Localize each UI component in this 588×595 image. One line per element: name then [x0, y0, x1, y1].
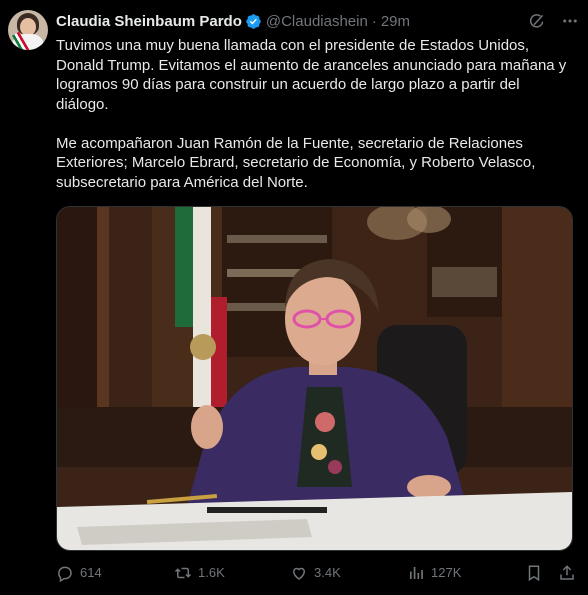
reply-count: 614: [80, 565, 102, 580]
like-icon: [292, 567, 306, 580]
tweet-paragraph-2: Me acompañaron Juan Ramón de la Fuente, …: [56, 134, 536, 191]
tweet-photo[interactable]: [56, 206, 573, 551]
views-icon: [410, 567, 423, 579]
tweet-text: Tuvimos una muy buena llamada con el pre…: [56, 36, 576, 192]
tweet-header: Claudia Sheinbaum Pardo @Claudiashein · …: [56, 11, 410, 31]
reply-icon: [58, 566, 72, 582]
photo-scene: [57, 207, 572, 550]
share-icon: [560, 565, 574, 580]
repost-icon: [174, 567, 192, 579]
reply-button[interactable]: 614: [56, 562, 102, 584]
repost-button[interactable]: 1.6K: [174, 562, 225, 584]
avatar[interactable]: [8, 10, 48, 50]
grok-icon[interactable]: [528, 12, 546, 30]
separator-dot: ·: [371, 12, 377, 30]
action-bar: 614 1.6K 3.4K 127K: [56, 562, 586, 584]
verified-badge-icon[interactable]: [245, 13, 262, 30]
author-name[interactable]: Claudia Sheinbaum Pardo: [56, 13, 242, 30]
like-count: 3.4K: [314, 565, 341, 580]
more-icon[interactable]: [561, 12, 579, 30]
bookmark-button[interactable]: [525, 562, 549, 584]
tweet-paragraph-1: Tuvimos una muy buena llamada con el pre…: [56, 37, 567, 113]
author-handle[interactable]: @Claudiashein: [266, 13, 368, 30]
bookmark-icon: [528, 565, 540, 582]
share-button[interactable]: [558, 562, 582, 584]
repost-count: 1.6K: [198, 565, 225, 580]
like-button[interactable]: 3.4K: [290, 562, 341, 584]
views-button[interactable]: 127K: [407, 562, 461, 584]
post-time[interactable]: 29m: [381, 13, 410, 30]
views-count: 127K: [431, 565, 462, 580]
tweet[interactable]: Claudia Sheinbaum Pardo @Claudiashein · …: [0, 0, 588, 595]
